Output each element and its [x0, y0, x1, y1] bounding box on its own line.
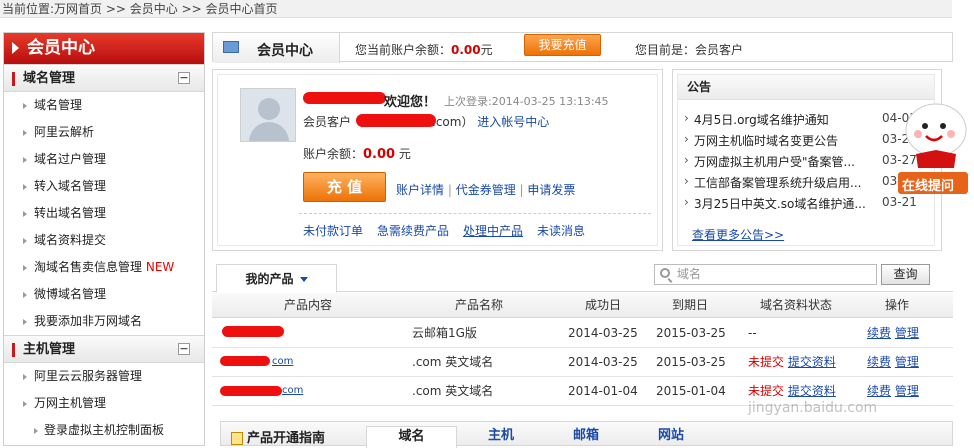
member-level: 您目前是：会员客户: [635, 43, 744, 57]
sidebar-section-host[interactable]: 主机管理 −: [4, 335, 204, 363]
sidebar: 会员中心 域名管理 − 域名管理 阿里云解析 域名过户管理 转入域名管理 转出域名…: [3, 32, 205, 446]
tab-my-products[interactable]: 我的产品: [216, 264, 337, 293]
sidebar-item-domain-manage[interactable]: 域名管理: [4, 92, 204, 119]
voucher-link[interactable]: 代金券管理: [456, 183, 516, 197]
search-icon: [660, 268, 670, 278]
renew-link[interactable]: 续费: [867, 355, 891, 369]
last-login: 上次登录:2014-03-25 13:13:45: [444, 95, 609, 108]
collapse-icon[interactable]: −: [178, 72, 190, 84]
sidebar-item-tao-domain[interactable]: 淘域名售卖信息管理 NEW: [4, 254, 204, 281]
sidebar-item-domain-info-submit[interactable]: 域名资料提交: [4, 227, 204, 254]
tab-domain[interactable]: 域名: [366, 426, 457, 448]
sidebar-item-weibo-domain[interactable]: 微博域名管理: [4, 281, 204, 308]
redaction-mark: [222, 326, 284, 337]
chevron-down-icon: [299, 277, 308, 282]
products-table-header: 产品内容 产品名称 成功日 到期日 域名资料状态 操作: [212, 293, 953, 318]
quick-links: 未付款订单 急需续费产品 处理中产品 未读消息: [303, 222, 599, 239]
unpaid-orders-link[interactable]: 未付款订单: [303, 224, 363, 238]
domain-link[interactable]: com: [282, 377, 303, 405]
manage-link[interactable]: 管理: [895, 355, 919, 369]
new-badge: NEW: [145, 260, 175, 274]
announcement-title: 公告: [678, 75, 934, 100]
renewal-link[interactable]: 急需续费产品: [377, 224, 449, 238]
renew-link[interactable]: 续费: [867, 326, 891, 340]
tab-website[interactable]: 网站: [641, 426, 701, 448]
sidebar-item-transfer-out[interactable]: 转出域名管理: [4, 200, 204, 227]
avatar: [240, 88, 296, 142]
more-announcements-link[interactable]: 查看更多公告>>: [692, 226, 784, 243]
domain-link[interactable]: com: [272, 348, 293, 376]
breadcrumb: 当前位置:万网首页 >> 会员中心 >> 会员中心首页: [0, 0, 952, 18]
sidebar-item-transfer-in[interactable]: 转入域名管理: [4, 173, 204, 200]
unread-messages-link[interactable]: 未读消息: [537, 224, 585, 238]
sidebar-item-add-external-domain[interactable]: 我要添加非万网域名: [4, 308, 204, 335]
member-center-bar: 会员中心 您当前账户余额：0.00元 我要充值 您目前是：会员客户: [212, 32, 953, 63]
invoice-link[interactable]: 申请发票: [527, 183, 575, 197]
account-center-link[interactable]: 进入帐号中心: [477, 115, 549, 129]
sidebar-section-domain[interactable]: 域名管理 −: [4, 64, 204, 92]
redaction-mark: [356, 114, 436, 127]
sidebar-title: 会员中心: [4, 33, 204, 64]
account-balance: 账户余额：0.00 元: [303, 147, 411, 162]
table-row: com .com 英文域名 2014-03-25 2015-03-25 未提交 …: [212, 348, 953, 377]
manage-link[interactable]: 管理: [895, 384, 919, 398]
sidebar-item-wanwang-host[interactable]: 万网主机管理: [4, 390, 204, 417]
account-prefix: 会员客户（: [303, 115, 364, 129]
welcome-panel: 欢迎您！ 上次登录:2014-03-25 13:13:45 会员客户（ .com…: [212, 69, 663, 251]
account-detail-link[interactable]: 账户详情: [396, 183, 444, 197]
redaction-mark: [303, 92, 386, 104]
recharge-button[interactable]: 我要充值: [524, 34, 601, 56]
redaction-mark: [220, 386, 282, 396]
collapse-icon[interactable]: −: [178, 343, 190, 355]
renew-link[interactable]: 续费: [867, 384, 891, 398]
sidebar-item-domain-transfer-owner[interactable]: 域名过户管理: [4, 146, 204, 173]
submit-info-link[interactable]: 提交资料: [788, 355, 836, 369]
sidebar-item-ecs[interactable]: 阿里云云服务器管理: [4, 363, 204, 390]
arrow-right-icon: [12, 42, 19, 54]
products-panel: 我的产品 域名 查询 产品内容 产品名称 成功日 到期日 域名资料状态 操作 云…: [212, 260, 953, 408]
submit-info-link[interactable]: 提交资料: [788, 384, 836, 398]
table-row: 云邮箱1G版 2014-03-25 2015-03-25 -- 续费 管理: [212, 319, 953, 348]
welcome-greeting: 欢迎您！: [384, 95, 437, 110]
query-button[interactable]: 查询: [881, 264, 930, 285]
redaction-mark: [220, 356, 270, 366]
account-links: 账户详情 | 代金券管理 | 申请发票: [396, 183, 576, 197]
notepad-icon: [231, 432, 243, 445]
processing-link[interactable]: 处理中产品: [463, 224, 523, 238]
balance-summary: 您当前账户余额：0.00元: [355, 43, 493, 57]
tab-mail[interactable]: 邮箱: [556, 426, 616, 448]
domain-search-input[interactable]: 域名: [654, 264, 877, 285]
tab-host[interactable]: 主机: [471, 426, 531, 448]
online-help-mascot[interactable]: 在线提问: [896, 102, 974, 200]
product-guide-bar: 产品开通指南 域名 主机 邮箱 网站: [220, 421, 953, 448]
tab-member-center[interactable]: 会员中心: [213, 33, 340, 63]
sidebar-item-vhost-panel[interactable]: 登录虚拟主机控制面板: [4, 417, 204, 444]
watermark: jingyan.baidu.com: [748, 400, 878, 416]
sidebar-item-aliyun-dns[interactable]: 阿里云解析: [4, 119, 204, 146]
guide-title: 产品开通指南: [231, 427, 325, 446]
recharge-main-button[interactable]: 充 值: [303, 172, 386, 202]
computer-icon: [223, 41, 239, 53]
online-help-label[interactable]: 在线提问: [902, 175, 954, 194]
manage-link[interactable]: 管理: [895, 326, 919, 340]
